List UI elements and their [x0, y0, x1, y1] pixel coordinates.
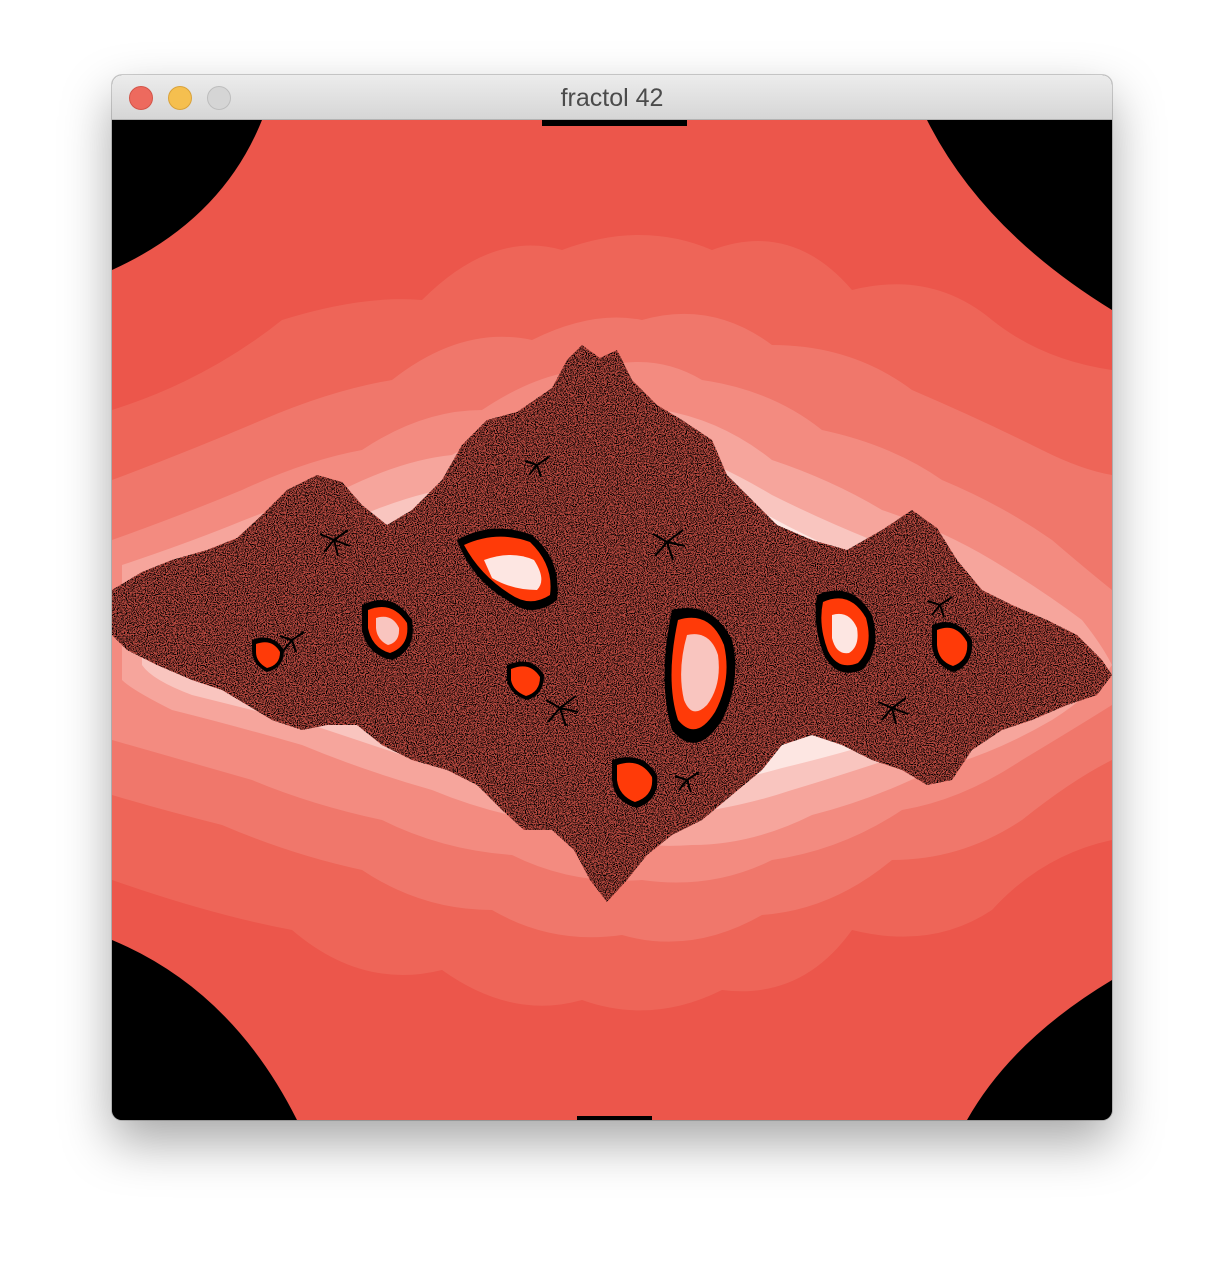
fractol-window: fractol 42	[112, 75, 1112, 1120]
fractal-canvas[interactable]	[112, 120, 1112, 1120]
window-title: fractol 42	[560, 84, 664, 112]
top-edge-escape	[542, 120, 687, 126]
title-bar[interactable]: fractol 42	[112, 75, 1112, 120]
julia-fractal-render	[112, 120, 1112, 1120]
bottom-edge-escape	[577, 1116, 652, 1120]
